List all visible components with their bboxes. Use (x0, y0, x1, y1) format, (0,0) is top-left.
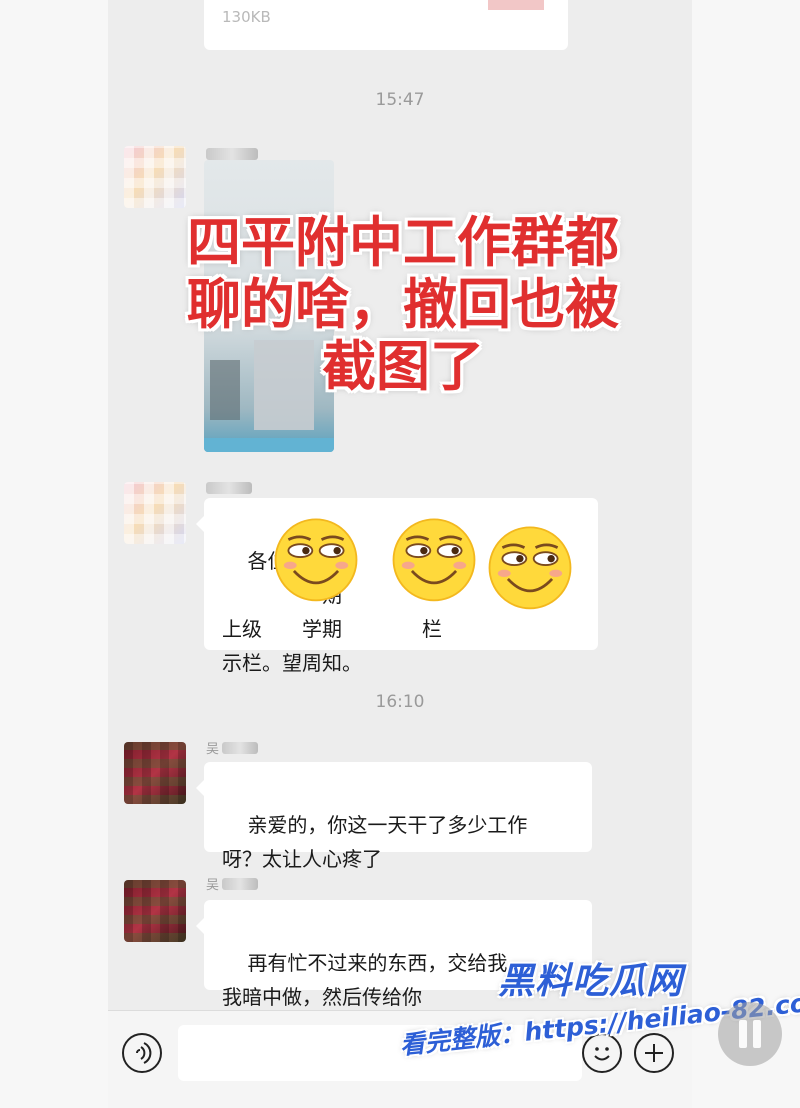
right-margin (692, 0, 800, 1108)
overlay-headline: 四平附中工作群都 聊的啥，撤回也被 截图了 (168, 212, 638, 398)
pause-icon[interactable] (718, 1002, 782, 1066)
more-options-button[interactable] (634, 1033, 674, 1073)
smirk-emoji-icon (392, 518, 476, 602)
message-text: 再有忙不过来的东西，交给我， 我暗中做，然后传给你 (222, 951, 528, 1009)
sender-name-blurred (222, 742, 258, 754)
avatar[interactable] (124, 482, 186, 544)
smirk-emoji-icon (488, 526, 572, 610)
overlay-headline-line: 四平附中工作群都 (187, 211, 619, 274)
overlay-headline-line: 截图了 (322, 335, 484, 398)
voice-icon (136, 1042, 152, 1064)
file-size: 130KB (222, 8, 271, 26)
timestamp: 16:10 (375, 692, 425, 712)
file-message-bubble[interactable]: 130KB (204, 0, 568, 50)
overlay-headline-line: 聊的啥，撤回也被 (187, 273, 619, 336)
file-type-tag (488, 0, 544, 10)
image-content-stripe (204, 438, 334, 452)
message-text: 亲爱的，你这一天干了多少工作 呀？太让人心疼了 (222, 813, 528, 871)
smirk-emoji-icon (274, 518, 358, 602)
sender-name-blurred (206, 482, 252, 494)
voice-input-button[interactable] (122, 1033, 162, 1073)
avatar[interactable] (124, 146, 186, 208)
chat-screen: 130KB 15:47 四平附中工作群都 聊的啥，撤回也被 截图了 各位老 期 … (108, 0, 692, 1108)
message-bubble[interactable]: 亲爱的，你这一天干了多少工作 呀？太让人心疼了 (196, 762, 592, 871)
sender-name-blurred (206, 148, 258, 160)
avatar[interactable] (124, 742, 186, 804)
sender-name-blurred (222, 878, 258, 890)
timestamp: 15:47 (375, 90, 425, 110)
sender-name: 吴 (206, 878, 220, 893)
sender-name: 吴 (206, 742, 220, 757)
avatar[interactable] (124, 880, 186, 942)
watermark-brand: 黑料吃瓜网 (498, 961, 684, 1002)
left-margin (0, 0, 108, 1108)
plus-icon (645, 1044, 663, 1062)
